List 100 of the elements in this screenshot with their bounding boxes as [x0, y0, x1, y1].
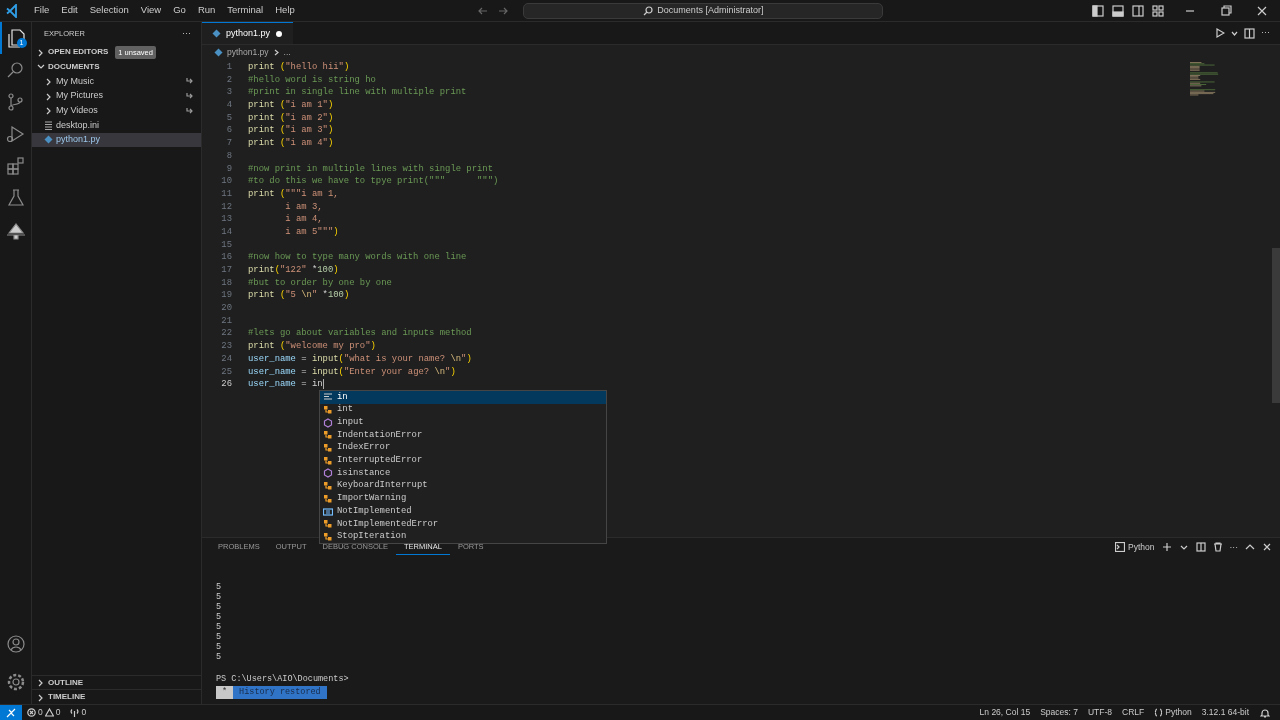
suggestion-item[interactable]: IndexError — [320, 441, 606, 455]
line-number: 14 — [220, 225, 232, 239]
class-icon — [323, 481, 333, 492]
run-icon[interactable] — [1215, 28, 1225, 38]
bell-icon[interactable] — [1260, 707, 1270, 718]
terminal-prompt: PS C:\Users\AIO\Documents> — [216, 674, 350, 684]
account-icon[interactable] — [4, 633, 27, 655]
line-number: 22 — [220, 327, 232, 341]
line-number: 20 — [220, 302, 232, 315]
file-tree-item[interactable]: python1.py — [32, 132, 201, 148]
toggle-secondary-sidebar-icon[interactable] — [1132, 4, 1144, 17]
python-file-icon — [214, 48, 223, 57]
suggestion-item[interactable]: isinstance — [320, 467, 606, 480]
suggestion-item[interactable]: int — [320, 403, 606, 417]
forward-arrow-icon[interactable] — [497, 5, 510, 16]
menu-item[interactable]: Edit — [55, 3, 84, 18]
caret-icon[interactable] — [1231, 29, 1238, 37]
restore-icon[interactable] — [1220, 4, 1232, 17]
suggestion-item[interactable]: KeyboardInterrupt — [320, 479, 606, 493]
line-number: 11 — [220, 187, 232, 201]
file-tree-item[interactable]: My Pictures — [32, 88, 201, 104]
warning-icon — [44, 708, 54, 717]
scrollbar-thumb[interactable] — [1272, 248, 1280, 403]
breadcrumb-item[interactable]: python1.py — [227, 46, 269, 59]
section-header[interactable]: DOCUMENTS — [48, 60, 100, 73]
section-header[interactable]: OUTLINE — [48, 676, 84, 689]
section-header[interactable]: OPEN EDITORS — [48, 46, 109, 59]
suggestion-item[interactable]: input — [320, 416, 606, 430]
file-tree-item[interactable]: My Music — [32, 74, 201, 89]
suggestion-item[interactable]: ImportWarning — [320, 492, 606, 506]
menu-item[interactable]: File — [28, 3, 56, 18]
split-editor-icon[interactable] — [1244, 27, 1255, 39]
cube-icon — [323, 417, 333, 428]
class-icon — [323, 493, 333, 504]
status-item[interactable]: UTF-8 — [1082, 706, 1118, 719]
line-number: 17 — [220, 264, 232, 277]
value-icon — [323, 506, 333, 517]
close-icon[interactable] — [1256, 4, 1268, 17]
class-icon — [323, 519, 333, 530]
trash-icon[interactable] — [1212, 542, 1223, 552]
code-line: print ("5 \n" *100) — [248, 289, 350, 303]
editor-tab[interactable]: python1.py — [202, 22, 294, 44]
menu-item[interactable]: Run — [191, 3, 222, 18]
menu-item[interactable]: Selection — [83, 3, 135, 18]
line-number: 9 — [225, 162, 232, 176]
code-line: print("122" *100) — [248, 264, 339, 277]
menu-item[interactable]: View — [134, 3, 168, 18]
line-number: 19 — [220, 289, 232, 303]
code-line: i am 3, — [284, 200, 323, 214]
menu-item[interactable]: Go — [167, 3, 192, 18]
close-icon[interactable] — [1262, 542, 1272, 552]
suggestion-item[interactable]: NotImplementedError — [320, 517, 606, 531]
menu-item[interactable]: Terminal — [221, 3, 270, 18]
suggestion-item[interactable]: NotImplemented — [320, 505, 606, 518]
code-line: user_name = input("what is your name? \n") — [248, 352, 472, 366]
terminal-output-line: 5 — [216, 622, 223, 632]
terminal-output-line: 5 — [216, 632, 223, 642]
extensions-icon[interactable] — [4, 155, 27, 177]
line-number: 8 — [225, 149, 232, 163]
status-item[interactable]: Ln 26, Col 15 — [974, 706, 1036, 719]
customize-layout-icon[interactable] — [1152, 4, 1164, 17]
code-line: print ("i am 1") — [248, 99, 334, 112]
code-line: print ("i am 3") — [248, 124, 334, 138]
antenna-icon — [70, 708, 80, 717]
status-item[interactable]: CRLF — [1117, 706, 1150, 719]
terminal-icon — [1115, 542, 1126, 552]
status-item[interactable]: Spaces: 7 — [1035, 706, 1083, 719]
split-terminal-icon[interactable] — [1195, 542, 1206, 552]
terminal-profile-button[interactable]: Python — [1115, 540, 1155, 554]
menu-item[interactable]: Help — [269, 3, 301, 18]
suggestion-item[interactable]: in — [320, 391, 606, 404]
toggle-sidebar-icon[interactable] — [1092, 4, 1104, 17]
code-line: print ("welcome my pro") — [248, 340, 376, 353]
remote-button[interactable] — [0, 705, 22, 720]
terminal-output-line: 5 — [216, 652, 223, 662]
chevron-up-icon[interactable] — [1245, 542, 1255, 552]
back-arrow-icon[interactable] — [477, 5, 490, 16]
line-number: 16 — [220, 251, 232, 264]
cube-icon — [323, 468, 333, 479]
breadcrumb-item[interactable]: ... — [283, 46, 291, 59]
suggestion-item[interactable]: IndentationError — [320, 429, 606, 442]
suggestion-item[interactable]: InterruptedError — [320, 454, 606, 468]
more-actions-button[interactable]: ··· — [1229, 540, 1238, 554]
status-item[interactable]: 3.12.1 64-bit — [1196, 706, 1254, 719]
code-line: i am 4, — [284, 213, 323, 226]
keyword-icon — [323, 392, 333, 403]
more-actions-button[interactable]: ··· — [1261, 26, 1270, 40]
file-tree-item[interactable]: My Videos — [32, 103, 201, 118]
toggle-panel-icon[interactable] — [1112, 4, 1124, 17]
more-actions-button[interactable]: ··· — [182, 26, 191, 41]
command-center[interactable]: Documents [Administrator] — [523, 2, 884, 19]
warning-count: 0 — [55, 706, 61, 719]
section-header[interactable]: TIMELINE — [48, 691, 86, 704]
status-item[interactable]: Python — [1149, 706, 1197, 719]
plus-icon[interactable] — [1161, 542, 1172, 552]
code-line: #print in single line with multiple print — [248, 86, 467, 100]
code-line: print ("hello hii") — [248, 61, 350, 74]
files-icon[interactable] — [5, 27, 28, 49]
file-tree-item[interactable]: desktop.ini — [32, 117, 201, 133]
history-marker: * — [216, 686, 234, 699]
